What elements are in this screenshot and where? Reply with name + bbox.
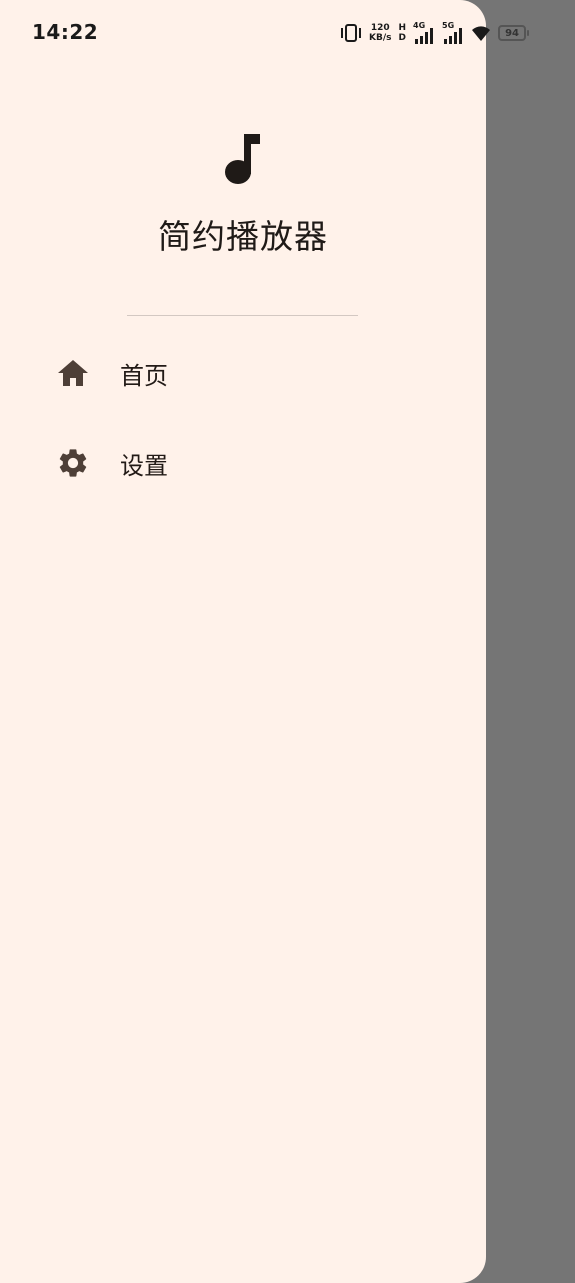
gear-icon [40, 446, 106, 480]
app-title: 简约播放器 [158, 217, 328, 256]
network-speed-unit: KB/s [369, 33, 392, 43]
hd-voice-icon: H D [398, 23, 406, 43]
divider [127, 315, 358, 316]
battery-icon: 94 [498, 25, 530, 41]
status-time: 14:22 [32, 20, 99, 44]
status-bar: 14:22 120 KB/s H D 4G 5G 94 [0, 0, 575, 64]
drawer-item-settings[interactable]: 设置 [40, 428, 460, 498]
home-icon [40, 358, 106, 388]
signal-5g-icon: 5G [442, 21, 464, 44]
signal-4g-icon: 4G [413, 21, 435, 44]
network-speed: 120 KB/s [369, 23, 391, 43]
wifi-icon [472, 26, 491, 41]
vibrate-icon [341, 24, 361, 42]
network-speed-value: 120 [370, 23, 390, 33]
screen: 简约播放器 首页 设置 14:22 120 KB/s H D 4G 5G 94 [0, 0, 575, 1283]
drawer-item-settings-label: 设置 [120, 451, 168, 480]
hd-top: H [398, 23, 407, 33]
drawer-item-home[interactable]: 首页 [40, 338, 460, 408]
status-icons: 120 KB/s H D 4G 5G 94 [340, 20, 530, 46]
music-note-icon [225, 134, 260, 184]
drawer-item-home-label: 首页 [120, 361, 168, 390]
navigation-drawer: 简约播放器 首页 设置 [0, 0, 486, 1283]
hd-bottom: D [398, 33, 406, 43]
